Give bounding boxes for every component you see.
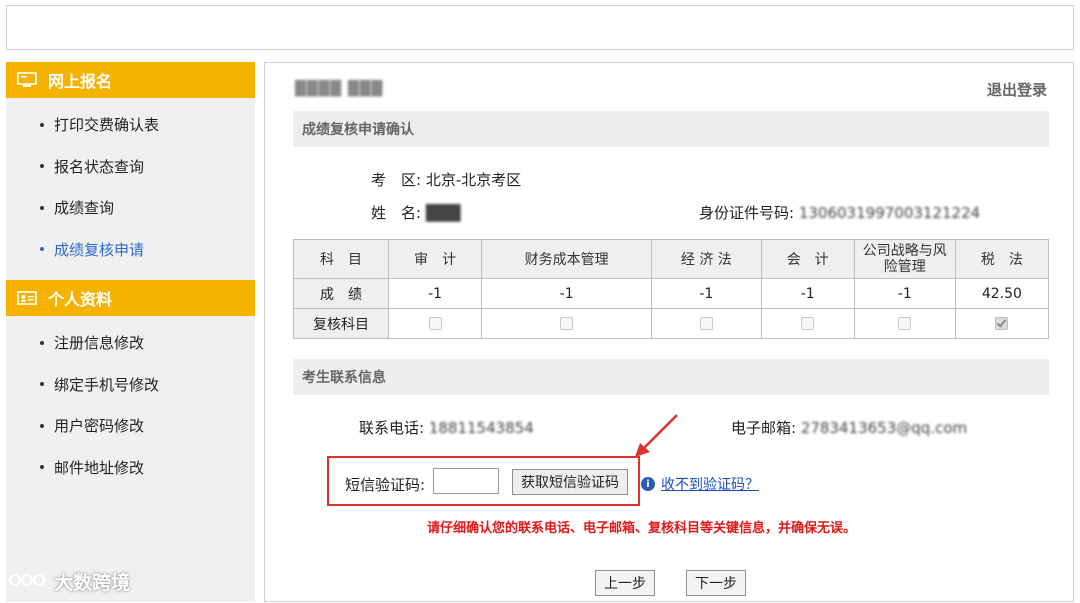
id-card-icon	[16, 290, 38, 306]
sidebar-item-label: 打印交费确认表	[54, 116, 160, 135]
review-cell	[760, 308, 855, 339]
bullet	[40, 465, 44, 470]
column-header: 会 计	[760, 239, 855, 279]
no-code-help-link[interactable]: 收不到验证码？	[661, 474, 759, 494]
email-row: 电子邮箱: 2783413653@qq.com	[731, 417, 967, 438]
phone-value: 18811543854	[428, 419, 534, 437]
review-checkbox[interactable]	[428, 317, 442, 330]
score-cell: -1	[387, 278, 483, 309]
get-sms-code-button[interactable]: 获取短信验证码	[512, 469, 628, 495]
info-icon: i	[641, 477, 655, 491]
sidebar-section-title: 网上报名	[48, 72, 113, 91]
sidebar-list-personal: 注册信息修改 绑定手机号修改 用户密码修改 邮件地址修改	[6, 316, 255, 498]
score-cell: -1	[853, 278, 956, 309]
logout-link[interactable]: 退出登录	[987, 79, 1047, 100]
bullet	[40, 122, 44, 127]
exam-area-label: 考 区:	[371, 171, 422, 189]
column-header: 财务成本管理	[481, 239, 653, 279]
name-row: 姓 名: ███	[371, 202, 460, 223]
review-cell	[954, 308, 1050, 339]
sidebar-section-personal-info[interactable]: 个人资料	[6, 280, 255, 316]
review-checkbox[interactable]	[699, 317, 713, 330]
sidebar: 网上报名 打印交费确认表 报名状态查询 成绩查询 成绩复核申请 个人资料 注册信…	[6, 62, 255, 602]
sidebar-item-label: 绑定手机号修改	[54, 375, 160, 394]
sidebar-item-label: 报名状态查询	[54, 157, 145, 176]
main-panel: ████ ███ 退出登录 成绩复核申请确认 考 区: 北京-北京考区 姓 名:…	[264, 62, 1074, 602]
column-header: 税 法	[954, 239, 1050, 279]
sidebar-item-label: 成绩查询	[54, 199, 115, 218]
review-cell	[387, 308, 483, 339]
section-header-confirm: 成绩复核申请确认	[293, 111, 1049, 147]
column-header: 科 目	[293, 239, 389, 279]
user-name-blurred: ████ ███	[295, 81, 384, 97]
sidebar-item-score-review[interactable]: 成绩复核申请	[6, 229, 255, 271]
sidebar-item-edit-phone[interactable]: 绑定手机号修改	[6, 364, 255, 406]
sidebar-item-label: 成绩复核申请	[54, 240, 145, 259]
prev-step-button[interactable]: 上一步	[595, 570, 655, 596]
review-checkbox[interactable]	[995, 317, 1009, 330]
review-checkbox[interactable]	[898, 317, 912, 330]
table-header-row: 科 目 审 计 财务成本管理 经 济 法 会 计 公司战略与风险管理 税 法	[293, 239, 1050, 279]
score-cell: 42.50	[954, 278, 1050, 309]
bullet	[40, 164, 44, 169]
review-cell	[651, 308, 762, 339]
sidebar-section-title: 个人资料	[48, 290, 113, 309]
id-row: 身份证件号码: 1306031997003121224	[699, 202, 980, 223]
name-value: ███	[425, 204, 461, 222]
brand-logo-icon	[8, 569, 48, 594]
scores-table: 科 目 审 计 财务成本管理 经 济 法 会 计 公司战略与风险管理 税 法 成…	[293, 239, 1050, 339]
sidebar-list-registration: 打印交费确认表 报名状态查询 成绩查询 成绩复核申请	[6, 98, 255, 280]
bullet	[40, 423, 44, 428]
sidebar-item-edit-email[interactable]: 邮件地址修改	[6, 447, 255, 489]
score-cell: -1	[760, 278, 855, 309]
sidebar-item-label: 注册信息修改	[54, 334, 145, 353]
bullet	[40, 340, 44, 345]
sidebar-section-online-registration[interactable]: 网上报名	[6, 62, 255, 98]
section-header-contact: 考生联系信息	[293, 359, 1049, 395]
table-row-score: 成 绩 -1 -1 -1 -1 -1 42.50	[293, 278, 1050, 309]
column-header: 审 计	[387, 239, 483, 279]
phone-row: 联系电话: 18811543854	[359, 417, 534, 438]
row-label: 复核科目	[293, 308, 389, 339]
next-step-button[interactable]: 下一步	[686, 570, 746, 596]
email-label: 电子邮箱:	[731, 419, 797, 437]
bullet	[40, 382, 44, 387]
sidebar-item-label: 用户密码修改	[54, 417, 145, 436]
bullet	[40, 205, 44, 210]
exam-area-row: 考 区: 北京-北京考区	[371, 169, 521, 190]
column-header: 公司战略与风险管理	[853, 239, 956, 279]
sms-help: i 收不到验证码？	[641, 474, 759, 494]
review-cell	[481, 308, 653, 339]
sidebar-item-print-payment[interactable]: 打印交费确认表	[6, 104, 255, 146]
row-label: 成 绩	[293, 278, 389, 309]
sidebar-item-edit-password[interactable]: 用户密码修改	[6, 405, 255, 447]
email-value: 2783413653@qq.com	[800, 419, 968, 437]
review-cell	[853, 308, 956, 339]
sidebar-item-registration-status[interactable]: 报名状态查询	[6, 146, 255, 188]
red-arrow-annotation	[635, 414, 678, 457]
warning-message: 请仔细确认您的联系电话、电子邮箱、复核科目等关键信息，并确保无误。	[427, 521, 857, 536]
sms-code-input[interactable]	[433, 468, 499, 494]
bullet	[40, 247, 44, 252]
sidebar-item-edit-registration[interactable]: 注册信息修改	[6, 322, 255, 364]
score-cell: -1	[481, 278, 653, 309]
monitor-icon	[16, 72, 38, 88]
id-value: 1306031997003121224	[798, 204, 981, 222]
brand-text: 大数跨境	[54, 572, 131, 594]
score-cell: -1	[651, 278, 762, 309]
sidebar-item-label: 邮件地址修改	[54, 458, 145, 477]
sidebar-item-score-query[interactable]: 成绩查询	[6, 187, 255, 229]
name-label: 姓 名:	[371, 204, 422, 222]
id-label: 身份证件号码:	[699, 204, 795, 222]
top-header-bar	[6, 5, 1074, 50]
table-row-review: 复核科目	[293, 308, 1050, 339]
column-header: 经 济 法	[651, 239, 762, 279]
review-checkbox[interactable]	[801, 317, 815, 330]
phone-label: 联系电话:	[359, 419, 425, 437]
sms-code-label: 短信验证码:	[345, 476, 426, 494]
brand-watermark: 大数跨境	[8, 568, 130, 595]
review-checkbox[interactable]	[560, 317, 574, 330]
exam-area-value: 北京-北京考区	[425, 171, 522, 189]
